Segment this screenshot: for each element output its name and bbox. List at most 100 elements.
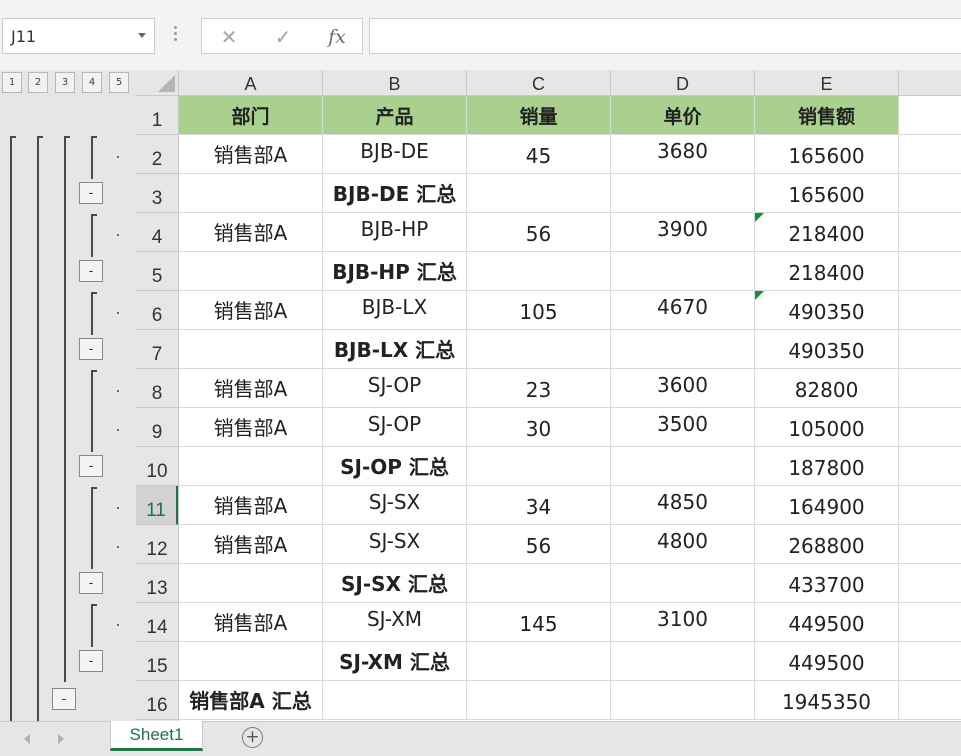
outline-level-5-button[interactable]: 5 <box>109 72 129 93</box>
cell-e8[interactable]: 82800 <box>755 369 899 408</box>
cell-f1[interactable] <box>899 96 961 135</box>
cell-e9[interactable]: 105000 <box>755 408 899 447</box>
cell-f7[interactable] <box>899 330 961 369</box>
cell-d1[interactable]: 单价 <box>611 96 755 135</box>
cell-c7[interactable] <box>467 330 611 369</box>
column-header-c[interactable]: C <box>467 70 611 96</box>
cell-a3[interactable] <box>179 174 323 213</box>
cell-b10[interactable]: SJ-OP 汇总 <box>323 447 467 486</box>
outline-level-2-button[interactable]: 2 <box>28 72 48 93</box>
cell-f3[interactable] <box>899 174 961 213</box>
cell-f16[interactable] <box>899 681 961 720</box>
row-header-15[interactable]: 15 <box>136 642 178 681</box>
cell-a12[interactable]: 销售部A <box>179 525 323 564</box>
cell-e12[interactable]: 268800 <box>755 525 899 564</box>
cell-f12[interactable] <box>899 525 961 564</box>
outline-collapse-button-row5[interactable]: - <box>79 260 103 282</box>
formula-input[interactable] <box>369 18 961 54</box>
outline-level-3-button[interactable]: 3 <box>55 72 75 93</box>
cell-b13[interactable]: SJ-SX 汇总 <box>323 564 467 603</box>
cell-b7[interactable]: BJB-LX 汇总 <box>323 330 467 369</box>
cell-b8[interactable]: SJ-OP <box>323 369 467 408</box>
cell-f2[interactable] <box>899 135 961 174</box>
cell-c2[interactable]: 45 <box>467 135 611 174</box>
cell-f5[interactable] <box>899 252 961 291</box>
row-header-12[interactable]: 12 <box>136 525 178 564</box>
cell-d16[interactable] <box>611 681 755 720</box>
error-indicator-icon[interactable] <box>755 213 764 222</box>
cell-a15[interactable] <box>179 642 323 681</box>
cell-c12[interactable]: 56 <box>467 525 611 564</box>
row-header-11[interactable]: 11 <box>136 486 178 525</box>
cell-d6[interactable]: 4670 <box>611 291 755 330</box>
row-header-16[interactable]: 16 <box>136 681 178 720</box>
cell-a9[interactable]: 销售部A <box>179 408 323 447</box>
cell-a10[interactable] <box>179 447 323 486</box>
cell-a7[interactable] <box>179 330 323 369</box>
column-header-b[interactable]: B <box>323 70 467 96</box>
cell-e5[interactable]: 218400 <box>755 252 899 291</box>
cell-e11[interactable]: 164900 <box>755 486 899 525</box>
cell-b16[interactable] <box>323 681 467 720</box>
name-box[interactable]: J11 <box>2 18 155 54</box>
cell-b14[interactable]: SJ-XM <box>323 603 467 642</box>
cell-d12[interactable]: 4800 <box>611 525 755 564</box>
row-header-6[interactable]: 6 <box>136 291 178 330</box>
cell-b2[interactable]: BJB-DE <box>323 135 467 174</box>
cell-d14[interactable]: 3100 <box>611 603 755 642</box>
cell-a8[interactable]: 销售部A <box>179 369 323 408</box>
column-header-e[interactable]: E <box>755 70 899 96</box>
cell-b5[interactable]: BJB-HP 汇总 <box>323 252 467 291</box>
cell-b15[interactable]: SJ-XM 汇总 <box>323 642 467 681</box>
cell-c9[interactable]: 30 <box>467 408 611 447</box>
cell-b12[interactable]: SJ-SX <box>323 525 467 564</box>
cell-f8[interactable] <box>899 369 961 408</box>
cell-a1[interactable]: 部门 <box>179 96 323 135</box>
cell-a5[interactable] <box>179 252 323 291</box>
cell-d3[interactable] <box>611 174 755 213</box>
cell-e13[interactable]: 433700 <box>755 564 899 603</box>
cell-e15[interactable]: 449500 <box>755 642 899 681</box>
cell-f13[interactable] <box>899 564 961 603</box>
cell-f11[interactable] <box>899 486 961 525</box>
cell-e4[interactable]: 218400 <box>755 213 899 252</box>
cell-d7[interactable] <box>611 330 755 369</box>
cell-f10[interactable] <box>899 447 961 486</box>
row-header-14[interactable]: 14 <box>136 603 178 642</box>
cell-d5[interactable] <box>611 252 755 291</box>
outline-level-4-button[interactable]: 4 <box>82 72 102 93</box>
cell-f14[interactable] <box>899 603 961 642</box>
column-header-f[interactable] <box>899 70 961 96</box>
cell-c1[interactable]: 销量 <box>467 96 611 135</box>
add-sheet-button[interactable]: + <box>242 727 263 748</box>
row-header-8[interactable]: 8 <box>136 369 178 408</box>
cell-e1[interactable]: 销售额 <box>755 96 899 135</box>
row-header-10[interactable]: 10 <box>136 447 178 486</box>
cell-c4[interactable]: 56 <box>467 213 611 252</box>
cell-f6[interactable] <box>899 291 961 330</box>
cell-b1[interactable]: 产品 <box>323 96 467 135</box>
cell-d11[interactable]: 4850 <box>611 486 755 525</box>
cell-f15[interactable] <box>899 642 961 681</box>
cell-c10[interactable] <box>467 447 611 486</box>
enter-icon[interactable]: ✓ <box>268 24 298 50</box>
next-sheet-icon[interactable] <box>58 734 64 744</box>
row-header-9[interactable]: 9 <box>136 408 178 447</box>
cell-e6[interactable]: 490350 <box>755 291 899 330</box>
cancel-icon[interactable]: ✕ <box>214 24 244 50</box>
cell-c5[interactable] <box>467 252 611 291</box>
error-indicator-icon[interactable] <box>755 291 764 300</box>
row-header-3[interactable]: 3 <box>136 174 178 213</box>
cell-a13[interactable] <box>179 564 323 603</box>
cell-c16[interactable] <box>467 681 611 720</box>
cell-e14[interactable]: 449500 <box>755 603 899 642</box>
cell-a14[interactable]: 销售部A <box>179 603 323 642</box>
cell-e3[interactable]: 165600 <box>755 174 899 213</box>
outline-collapse-button-row13[interactable]: - <box>79 572 103 594</box>
row-header-5[interactable]: 5 <box>136 252 178 291</box>
cell-e2[interactable]: 165600 <box>755 135 899 174</box>
row-header-7[interactable]: 7 <box>136 330 178 369</box>
cell-e7[interactable]: 490350 <box>755 330 899 369</box>
outline-collapse-button-row7[interactable]: - <box>79 338 103 360</box>
cell-d15[interactable] <box>611 642 755 681</box>
